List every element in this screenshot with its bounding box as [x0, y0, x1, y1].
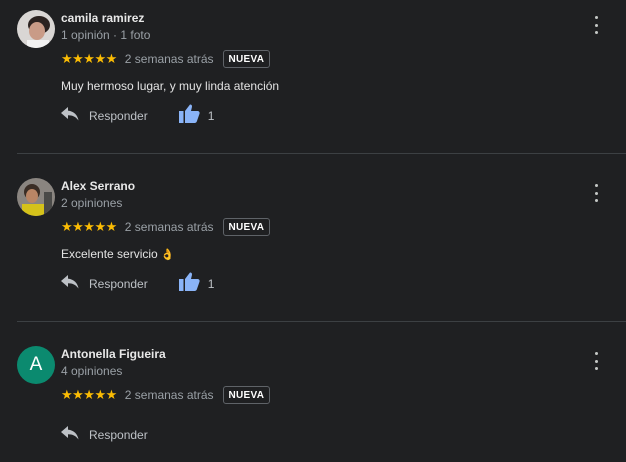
star-rating: ★★★★★: [61, 218, 117, 234]
review-date: 2 semanas atrás: [124, 51, 214, 66]
reply-button[interactable]: Responder: [61, 274, 148, 294]
like-button[interactable]: 1: [178, 104, 215, 128]
thumbs-up-icon: [178, 272, 200, 296]
review-divider: [17, 153, 626, 154]
reviewer-avatar[interactable]: [17, 178, 55, 216]
more-options-icon[interactable]: [590, 16, 602, 34]
reviewer-name[interactable]: Alex Serrano: [61, 179, 135, 193]
review-text: Excelente servicio 👌: [61, 247, 174, 261]
reviewer-meta: 2 opiniones: [61, 196, 123, 210]
reply-label: Responder: [89, 277, 148, 291]
reply-button[interactable]: Responder: [61, 106, 148, 126]
reviewer-meta: 4 opiniones: [61, 364, 123, 378]
reply-icon: [61, 425, 79, 445]
reply-button[interactable]: Responder: [61, 425, 148, 445]
review-actions: Responder 1: [61, 104, 215, 128]
more-options-icon[interactable]: [590, 184, 602, 202]
new-badge: NUEVA: [222, 217, 271, 236]
review-divider: [17, 321, 626, 322]
more-options-icon[interactable]: [590, 352, 602, 370]
review-actions: Responder: [61, 425, 148, 445]
new-badge: NUEVA: [222, 385, 271, 404]
reviewer-name[interactable]: camila ramirez: [61, 11, 144, 25]
reply-icon: [61, 274, 79, 294]
rating-row: ★★★★★ 2 semanas atrás NUEVA: [61, 216, 271, 237]
rating-row: ★★★★★ 2 semanas atrás NUEVA: [61, 48, 271, 69]
like-count: 1: [207, 109, 215, 123]
new-badge: NUEVA: [222, 49, 271, 68]
star-rating: ★★★★★: [61, 50, 117, 66]
review-date: 2 semanas atrás: [124, 387, 214, 402]
reply-icon: [61, 106, 79, 126]
thumbs-up-icon: [178, 104, 200, 128]
ok-hand-emoji: 👌: [160, 249, 175, 261]
rating-row: ★★★★★ 2 semanas atrás NUEVA: [61, 384, 271, 405]
reviewer-avatar[interactable]: A: [17, 346, 55, 384]
reviewer-avatar[interactable]: [17, 10, 55, 48]
like-count: 1: [207, 277, 215, 291]
star-rating: ★★★★★: [61, 386, 117, 402]
review-text-content: Excelente servicio: [61, 247, 158, 261]
like-button[interactable]: 1: [178, 272, 215, 296]
reviewer-name[interactable]: Antonella Figueira: [61, 347, 166, 361]
reply-label: Responder: [89, 428, 148, 442]
review-text: Muy hermoso lugar, y muy linda atención: [61, 79, 280, 93]
reply-label: Responder: [89, 109, 148, 123]
review-date: 2 semanas atrás: [124, 219, 214, 234]
reviewer-meta: 1 opinión · 1 foto: [61, 28, 151, 42]
review-actions: Responder 1: [61, 272, 215, 296]
